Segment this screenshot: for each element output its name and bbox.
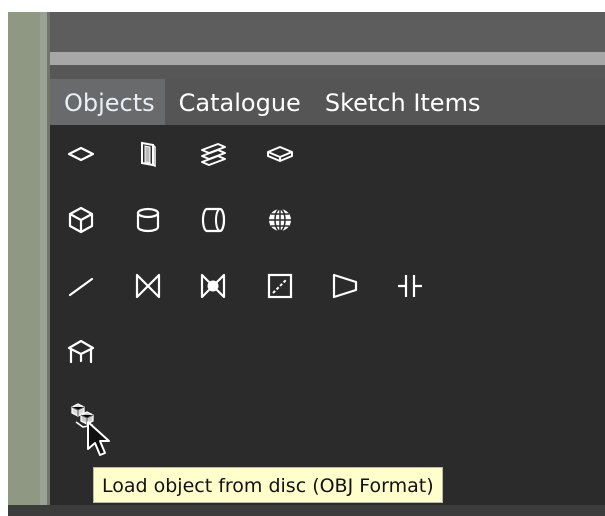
top-toolbar	[50, 12, 605, 53]
cylinder-icon[interactable]	[133, 205, 163, 235]
app-window: Objects Catalogue Sketch Items Load obje…	[0, 0, 605, 516]
panel-splitter[interactable]	[40, 12, 50, 505]
tooltip: Load object from disc (OBJ Format)	[93, 467, 443, 503]
tab-sketch-items[interactable]: Sketch Items	[311, 79, 491, 125]
tab-objects[interactable]: Objects	[50, 79, 165, 125]
left-sidebar-strip	[8, 12, 40, 505]
tab-bar: Objects Catalogue Sketch Items	[50, 79, 605, 125]
door-icon[interactable]	[133, 139, 163, 169]
box-outline-icon[interactable]	[265, 139, 295, 169]
ball-valve-icon[interactable]	[198, 271, 228, 301]
objects-panel: Objects Catalogue Sketch Items	[50, 79, 605, 505]
cube-icon[interactable]	[66, 205, 96, 235]
tab-catalogue[interactable]: Catalogue	[165, 79, 311, 125]
square-diagonal-icon[interactable]	[265, 271, 295, 301]
roof-icon[interactable]	[66, 337, 96, 367]
butterfly-valve-icon[interactable]	[133, 271, 163, 301]
panel-header-gap	[50, 65, 605, 79]
stairs-icon[interactable]	[198, 139, 228, 169]
mouse-cursor-icon	[86, 420, 112, 460]
flange-icon[interactable]	[395, 271, 425, 301]
tube-icon[interactable]	[198, 205, 228, 235]
sphere-icon[interactable]	[265, 205, 295, 235]
reducer-icon[interactable]	[330, 271, 360, 301]
toolbar-separator[interactable]	[50, 52, 605, 65]
status-bar	[8, 505, 605, 516]
plane-icon[interactable]	[66, 139, 96, 169]
line-icon[interactable]	[66, 271, 96, 301]
